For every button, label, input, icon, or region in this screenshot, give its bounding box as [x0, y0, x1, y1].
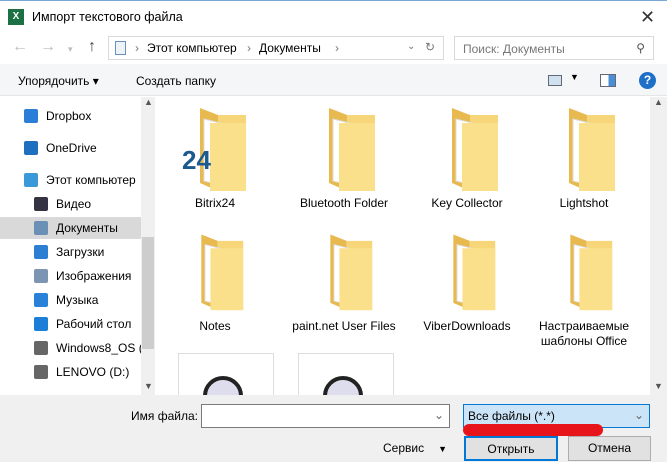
back-button[interactable]: ←	[12, 38, 28, 56]
sidebar-item[interactable]: Dropbox	[0, 105, 141, 127]
sidebar-item-label: Видео	[56, 197, 92, 211]
folder-item[interactable]: Настраиваемые шаблоны Office	[529, 230, 639, 349]
sidebar-item-label: Рабочий стол	[56, 317, 132, 331]
onedrive-icon	[24, 141, 38, 155]
folder-icon	[570, 234, 613, 311]
music-icon	[34, 293, 48, 307]
sidebar-item[interactable]: Загрузки	[0, 241, 141, 263]
sidebar-item-label: Windows8_OS (C	[56, 341, 141, 355]
sidebar-item[interactable]: Этот компьютер	[0, 169, 141, 191]
sidebar-item-label: Музыка	[56, 293, 99, 307]
file-tile[interactable]	[298, 353, 394, 395]
window-title: Импорт текстового файла	[32, 10, 183, 24]
drive-icon	[34, 365, 48, 379]
sidebar-item[interactable]: Музыка	[0, 289, 141, 311]
folder-label: Key Collector	[431, 196, 503, 210]
folder-item[interactable]: Lightshot	[529, 103, 639, 211]
sidebar-item[interactable]: Документы	[0, 217, 141, 239]
view-icon[interactable]	[548, 75, 562, 86]
folder-label: Notes	[199, 319, 231, 333]
excel-icon: X	[8, 9, 24, 25]
bitrix24-badge: 24	[182, 145, 211, 175]
folder-icon	[569, 108, 615, 191]
pictures-icon	[34, 269, 48, 283]
sidebar-item[interactable]: Рабочий стол	[0, 313, 141, 335]
sidebar-item-label: LENOVO (D:)	[56, 365, 130, 379]
folder-label: paint.net User Files	[292, 319, 396, 333]
folder-label: ViberDownloads	[423, 319, 511, 333]
folder-label: Lightshot	[559, 196, 609, 210]
help-icon[interactable]: ?	[639, 72, 656, 89]
sidebar-item-label: OneDrive	[46, 141, 97, 155]
sidebar-item[interactable]: LENOVO (D:)	[0, 361, 141, 383]
organize-button[interactable]: Упорядочить ▾	[18, 74, 99, 88]
folder-label: Bitrix24	[194, 196, 235, 210]
sidebar-item[interactable]: Видео	[0, 193, 141, 215]
search-placeholder: Поиск: Документы	[463, 42, 565, 56]
video-icon	[34, 197, 48, 211]
folder-item[interactable]: Notes	[160, 230, 270, 334]
folder-item[interactable]: paint.net User Files	[289, 230, 399, 334]
search-input[interactable]: Поиск: Документы ⚲	[454, 36, 654, 60]
app-icon	[323, 376, 363, 395]
filename-label: Имя файла:	[131, 409, 198, 423]
refresh-icon[interactable]: ↻	[425, 40, 435, 54]
folder-label: Bluetooth Folder	[299, 196, 389, 210]
cancel-button[interactable]: Отмена	[568, 436, 651, 461]
breadcrumb-computer[interactable]: Этот компьютер	[147, 41, 237, 55]
chevron-down-icon: ⌄	[633, 408, 644, 422]
red-highlight-mark	[463, 424, 603, 436]
sidebar-item[interactable]: Изображения	[0, 265, 141, 287]
breadcrumb-documents[interactable]: Документы	[259, 41, 321, 55]
download-icon	[34, 245, 48, 259]
file-tile[interactable]	[178, 353, 274, 395]
folder-icon	[452, 108, 498, 191]
open-button[interactable]: Открыть	[464, 436, 558, 461]
folder-icon	[201, 234, 244, 311]
forward-button[interactable]: →	[40, 38, 56, 56]
title-bar: X Импорт текстового файла ✕	[0, 0, 667, 34]
sidebar-item-label: Документы	[56, 221, 118, 235]
chevron-down-icon[interactable]: ⌄	[434, 408, 444, 422]
folder-item[interactable]: Bluetooth Folder	[289, 103, 399, 211]
drive-icon	[34, 341, 48, 355]
dropbox-icon	[24, 109, 38, 123]
close-button[interactable]: ✕	[640, 7, 655, 28]
recent-dropdown-icon[interactable]: ▾	[68, 44, 73, 55]
folder-icon	[453, 234, 496, 311]
sidebar-item-label: Dropbox	[46, 109, 92, 123]
folder-item[interactable]: Key Collector	[412, 103, 522, 211]
address-bar[interactable]: › Этот компьютер › Документы › ⌄ ↻	[108, 36, 444, 60]
folder-icon	[329, 108, 375, 191]
up-button[interactable]: ↑	[88, 38, 96, 56]
toolbar	[0, 64, 667, 96]
folder-icon	[330, 234, 373, 311]
tools-button[interactable]: Сервис ▼	[383, 441, 447, 455]
document-icon	[115, 41, 126, 55]
filename-input[interactable]: ⌄	[201, 404, 450, 428]
folder-item[interactable]: 24 Bitrix24	[160, 103, 270, 211]
view-dropdown-icon[interactable]: ▼	[570, 72, 579, 82]
sidebar-item-label: Изображения	[56, 269, 132, 283]
sidebar-item-label: Этот компьютер	[46, 173, 136, 187]
folder-item[interactable]: ViberDownloads	[412, 230, 522, 334]
app-icon	[203, 376, 243, 395]
sidebar-item[interactable]: OneDrive	[0, 137, 141, 159]
document-icon	[34, 221, 48, 235]
folder-label: Настраиваемые шаблоны Office	[538, 319, 630, 348]
computer-icon	[24, 173, 38, 187]
sidebar-scroll-thumb[interactable]	[142, 237, 154, 349]
sidebar-item[interactable]: Windows8_OS (C	[0, 337, 141, 359]
search-icon: ⚲	[636, 41, 645, 55]
content-scrollbar[interactable]: ▲ ▼	[650, 97, 667, 395]
sidebar-item-label: Загрузки	[56, 245, 105, 259]
preview-pane-icon[interactable]	[600, 74, 616, 87]
chevron-down-icon[interactable]: ⌄	[407, 41, 415, 52]
desktop-icon	[34, 317, 48, 331]
new-folder-button[interactable]: Создать папку	[136, 74, 216, 88]
